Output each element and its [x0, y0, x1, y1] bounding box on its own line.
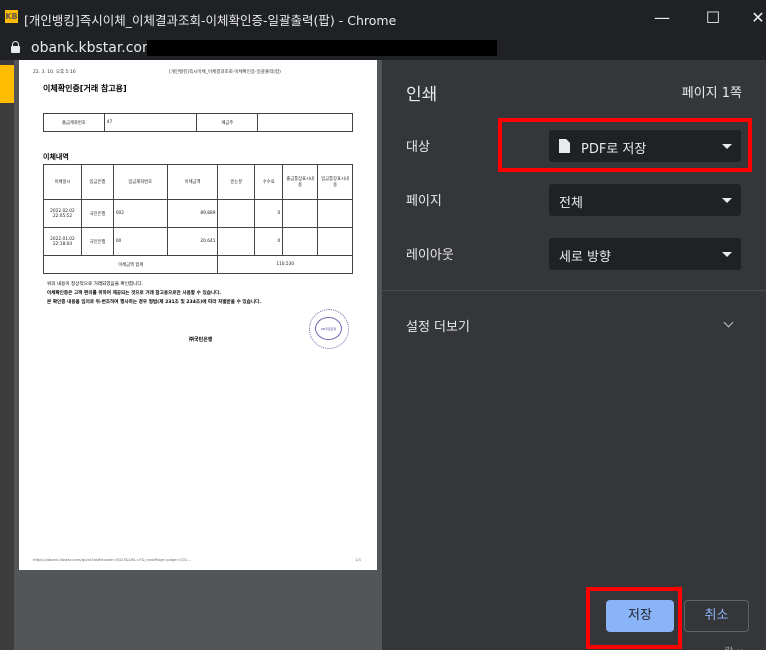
cell-memo-out	[282, 227, 319, 256]
layout-value: 세로 방향	[559, 250, 611, 265]
preview-page: 22. 3. 10. 오후 5:16 [개인뱅킹]즉시이체_이체결과조회-이체확…	[19, 60, 377, 570]
holder-value	[257, 113, 353, 132]
maximize-icon[interactable]: ☐	[701, 6, 725, 30]
note-line: 위의 내용이 정상적으로 거래되었음을 확인합니다.	[47, 282, 144, 287]
account-label: 출금계좌번호	[43, 113, 105, 132]
account-value: 47	[103, 113, 198, 132]
table-header-row: 이체일시 입금은행 입금계좌번호 이체금액 받는분 수수료 출금통장표시내용 입…	[43, 164, 353, 200]
chevron-down-icon[interactable]	[723, 317, 734, 328]
page-count: 페이지 1쪽	[681, 86, 742, 101]
bank-seal-stamp: KB국민은행	[309, 309, 349, 349]
more-settings-toggle[interactable]: 설정 더보기	[406, 316, 470, 335]
document-title: 이체확인증[거래 참고용]	[43, 84, 127, 93]
pages-select[interactable]: 전체	[549, 184, 741, 216]
cell-datetime: 2022.01.02 22:18:04	[43, 227, 82, 256]
preview-footer-page: 1/1	[355, 557, 362, 562]
close-icon[interactable]: ✕	[746, 6, 766, 30]
window-title: [개인뱅킹]즉시이체_이체결과조회-이체확인증-일괄출력(팝) - Chrome	[24, 13, 397, 28]
total-label: 이체금액 합계	[42, 255, 219, 274]
bank-name: ㈜국민은행	[189, 337, 213, 343]
cancel-button[interactable]: 취소	[684, 600, 749, 632]
dropdown-arrow-icon	[722, 252, 732, 257]
column-header: 입금은행	[80, 164, 114, 200]
transfer-table: 이체일시 입금은행 입금계좌번호 이체금액 받는분 수수료 출금통장표시내용 입…	[42, 164, 353, 274]
window-titlebar: KB [개인뱅킹]즉시이체_이체결과조회-이체확인증-일괄출력(팝) - Chr…	[0, 0, 766, 36]
column-header: 받는분	[217, 164, 256, 200]
cell-amount: 20,641	[166, 227, 219, 256]
layout-select[interactable]: 세로 방향	[549, 238, 741, 270]
save-highlight-box	[586, 587, 682, 649]
background-partial-text: 람 ∨	[724, 643, 744, 650]
cell-bank: 국민은행	[80, 199, 114, 228]
print-preview-area: 22. 3. 10. 오후 5:16 [개인뱅킹]즉시이체_이체결과조회-이체확…	[14, 60, 382, 650]
account-table: 출금계좌번호 47 예금주	[43, 113, 353, 132]
table-row: 2022.01.02 22:18:04 국민은행 00 20,641 0	[43, 227, 353, 256]
note-line: 본 확인증 내용을 임의로 위·변조하여 행사하는 경우 형법(제 231조 및…	[47, 300, 262, 305]
minimize-icon[interactable]: —	[650, 6, 674, 30]
column-header: 출금통장표시내용	[282, 164, 319, 200]
total-row: 이체금액 합계 110,530	[42, 255, 353, 274]
cell-memo-in	[317, 227, 353, 256]
panel-title: 인쇄	[406, 85, 438, 105]
background-accent	[0, 65, 14, 103]
column-header: 이체금액	[166, 164, 219, 200]
column-header: 입금통장표시내용	[317, 164, 353, 200]
lock-icon	[11, 41, 20, 53]
total-value: 110,530	[217, 255, 353, 274]
url-text: obank.kbstar.com	[31, 40, 156, 56]
layout-label: 레이아웃	[406, 248, 454, 263]
preview-header-date: 22. 3. 10. 오후 5:16	[33, 70, 76, 75]
column-header: 입금계좌번호	[112, 164, 168, 200]
pages-value: 전체	[559, 196, 583, 211]
cell-account: 00	[112, 227, 168, 256]
cell-amount: 89,889	[166, 199, 219, 228]
dropdown-arrow-icon	[722, 198, 732, 203]
kb-logo-icon: KB	[5, 10, 18, 23]
pages-label: 페이지	[406, 194, 442, 209]
column-header: 수수료	[254, 164, 284, 200]
cell-bank: 국민은행	[80, 227, 114, 256]
table-row: 2022.02.02 22:05:52 국민은행 002 89,889 0	[43, 199, 353, 228]
cell-fee: 0	[254, 227, 284, 256]
cell-memo-in	[317, 199, 353, 228]
note-line: 이체확인증은 고객 편의를 위하여 제공되는 것으로 거래 참고용으로만 사용할…	[47, 291, 222, 296]
section-title: 이체내역	[43, 153, 69, 161]
cell-receiver	[217, 227, 256, 256]
cell-account: 002	[112, 199, 168, 228]
panel-divider	[382, 290, 766, 291]
destination-label: 대상	[406, 140, 430, 155]
url-redaction	[147, 40, 497, 56]
column-header: 이체일시	[43, 164, 82, 200]
preview-footer-url: https://obank.kbstar.com/quics?asfilecod…	[33, 557, 191, 562]
cell-memo-out	[282, 199, 319, 228]
cell-receiver	[217, 199, 256, 228]
destination-highlight-box	[498, 118, 752, 172]
cell-fee: 0	[254, 199, 284, 228]
cell-datetime: 2022.02.02 22:05:52	[43, 199, 82, 228]
holder-label: 예금주	[196, 113, 259, 132]
preview-header-title: [개인뱅킹]즉시이체_이체결과조회-이체확인증-일괄출력(팝)	[169, 70, 281, 75]
